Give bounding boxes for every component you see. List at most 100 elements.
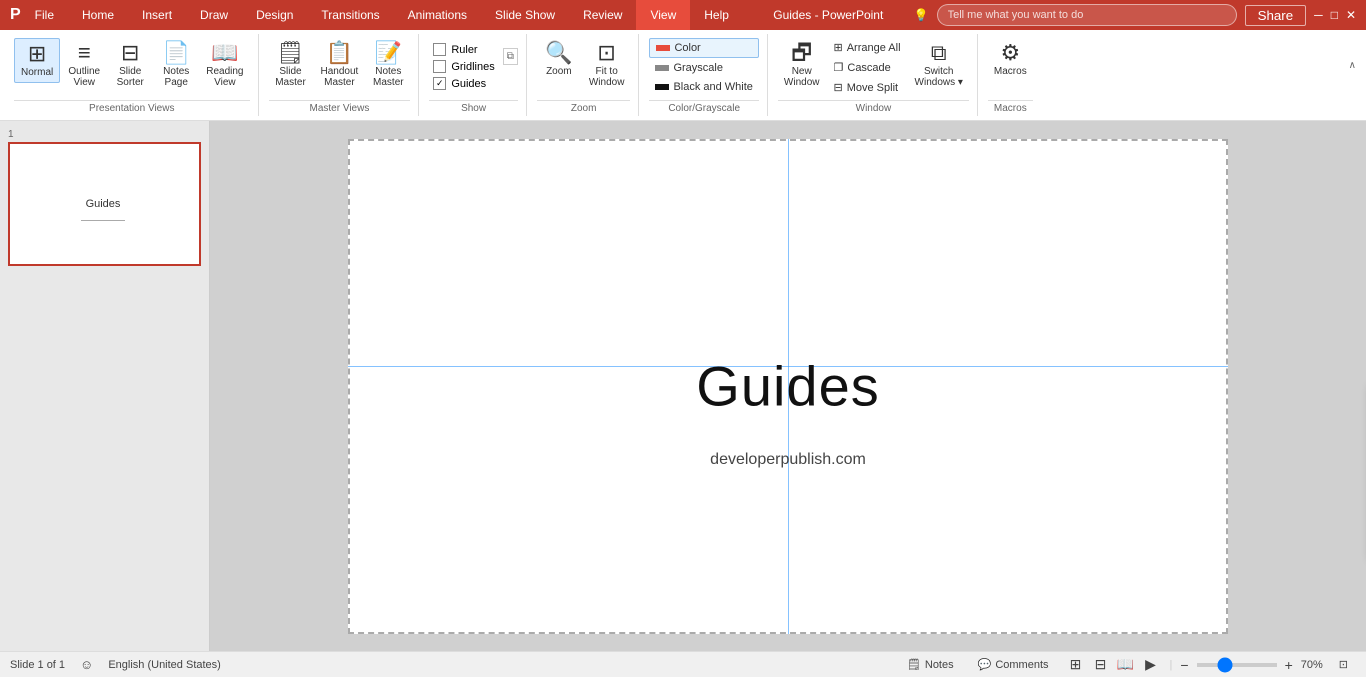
presentation-views-label: Presentation Views — [14, 100, 250, 116]
notes-status-button[interactable]: 🗒 Notes — [899, 656, 962, 673]
ruler-check-box — [433, 43, 446, 56]
switch-windows-label: SwitchWindows ▾ — [915, 66, 963, 88]
zoom-label: Zoom — [537, 100, 631, 116]
normal-icon: ⊞ — [28, 43, 46, 65]
outline-icon: ≡ — [78, 42, 91, 64]
arrange-all-button[interactable]: ⊞ Arrange All — [828, 38, 907, 57]
ribbon-collapse-button[interactable]: ∧ — [1349, 60, 1356, 71]
title-bar: P File Home Insert Draw Design Transitio… — [0, 0, 1366, 30]
slide-master-button[interactable]: 🗒 SlideMaster — [269, 38, 313, 92]
tab-transitions[interactable]: Transitions — [307, 0, 393, 30]
color-button[interactable]: Color — [649, 38, 758, 58]
slide-thumb-content: Guides — [76, 188, 131, 221]
window-label: Window — [778, 100, 969, 116]
tab-slideshow[interactable]: Slide Show — [481, 0, 569, 30]
reading-view-button[interactable]: 📖 ReadingView — [200, 38, 249, 92]
fit-to-window-button[interactable]: ⊡ Fit toWindow — [583, 38, 631, 92]
show-checkboxes: Ruler Gridlines ✓ Guides — [429, 38, 498, 95]
title-bar-left: P — [10, 6, 21, 24]
dashed-border-right — [1226, 139, 1228, 634]
tab-file[interactable]: File — [21, 0, 68, 30]
show-group: Ruler Gridlines ✓ Guides ⧉ Show — [421, 34, 527, 116]
slideshow-view-icon[interactable]: ▶ — [1140, 654, 1162, 676]
tab-review[interactable]: Review — [569, 0, 636, 30]
slide-canvas: Guides developerpublish.com ▦ Add Vertic… — [348, 139, 1228, 634]
grayscale-label: Grayscale — [673, 62, 723, 74]
slide-master-icon: 🗒 — [277, 42, 305, 64]
ruler-checkbox[interactable]: Ruler — [429, 42, 498, 57]
separator-line: | — [1170, 659, 1173, 671]
fit-zoom-button[interactable]: ⊡ — [1331, 656, 1356, 673]
arrange-all-icon: ⊞ — [834, 41, 843, 54]
notes-icon: 🗒 — [907, 658, 921, 671]
zoom-icon: 🔍 — [545, 42, 572, 64]
zoom-group: 🔍 Zoom ⊡ Fit toWindow Zoom — [529, 34, 640, 116]
comments-icon: 💬 — [978, 658, 992, 671]
cascade-button[interactable]: ❐ Cascade — [828, 58, 907, 77]
view-icons: ⊞ ⊟ 📖 ▶ — [1065, 654, 1162, 676]
tab-help[interactable]: Help — [690, 0, 743, 30]
gridlines-checkbox[interactable]: Gridlines — [429, 59, 498, 74]
zoom-in-icon[interactable]: + — [1285, 657, 1293, 673]
switch-windows-button[interactable]: ⧉ SwitchWindows ▾ — [909, 38, 969, 92]
guides-checkbox[interactable]: ✓ Guides — [429, 76, 498, 91]
tab-home[interactable]: Home — [68, 0, 128, 30]
slide-sorter-button[interactable]: ⊟ SlideSorter — [108, 38, 152, 92]
slide-thumb-inner: Guides — [10, 144, 196, 264]
tab-insert[interactable]: Insert — [128, 0, 186, 30]
tab-view[interactable]: View — [636, 0, 690, 30]
reading-view-status-icon[interactable]: 📖 — [1115, 654, 1137, 676]
tab-draw[interactable]: Draw — [186, 0, 242, 30]
normal-label: Normal — [21, 67, 53, 78]
new-window-button[interactable]: 🗗 NewWindow — [778, 38, 826, 92]
color-grayscale-items: Color Grayscale Black and White — [649, 34, 758, 100]
move-split-button[interactable]: ⊟ Move Split — [828, 78, 907, 97]
gridlines-check-box — [433, 60, 446, 73]
comments-status-button[interactable]: 💬 Comments — [970, 656, 1057, 673]
new-window-icon: 🗗 — [791, 42, 812, 64]
show-expand-button[interactable]: ⧉ — [503, 38, 518, 55]
cascade-icon: ❐ — [834, 61, 844, 74]
grayscale-button[interactable]: Grayscale — [649, 59, 758, 77]
macros-button[interactable]: ⚙ Macros — [988, 38, 1033, 81]
notes-master-button[interactable]: 📝 NotesMaster — [366, 38, 410, 92]
color-grayscale-label: Color/Grayscale — [649, 100, 758, 116]
zoom-out-icon[interactable]: − — [1180, 657, 1188, 673]
normal-view-icon[interactable]: ⊞ — [1065, 654, 1087, 676]
maximize-icon[interactable]: □ — [1331, 8, 1338, 22]
tab-design[interactable]: Design — [242, 0, 307, 30]
close-icon[interactable]: ✕ — [1346, 8, 1356, 22]
tell-me-input[interactable] — [937, 4, 1237, 26]
handout-master-button[interactable]: 📋 HandoutMaster — [315, 38, 365, 92]
app-logo: P — [10, 6, 21, 24]
outline-view-button[interactable]: ≡ OutlineView — [62, 38, 106, 92]
normal-button[interactable]: ⊞ Normal — [14, 38, 60, 83]
macros-icon: ⚙ — [1000, 42, 1020, 64]
slide-subtitle: developerpublish.com — [710, 451, 866, 469]
minimize-icon[interactable]: ─ — [1314, 8, 1323, 22]
notes-status-label: Notes — [925, 659, 954, 671]
move-split-icon: ⊟ — [834, 81, 843, 94]
black-white-button[interactable]: Black and White — [649, 78, 758, 96]
gridlines-label: Gridlines — [451, 61, 494, 73]
language-status: English (United States) — [108, 659, 221, 671]
notes-page-button[interactable]: 📄 NotesPage — [154, 38, 198, 92]
comments-status-label: Comments — [995, 659, 1048, 671]
show-label: Show — [429, 100, 518, 116]
slide-thumbnail[interactable]: Guides — [8, 142, 201, 266]
zoom-slider[interactable] — [1197, 663, 1277, 667]
color-swatch — [656, 45, 670, 51]
slide-sorter-view-icon[interactable]: ⊟ — [1090, 654, 1112, 676]
presentation-views-items: ⊞ Normal ≡ OutlineView ⊟ SlideSorter 📄 N… — [14, 34, 250, 100]
fit-zoom-icon: ⊡ — [1339, 658, 1348, 671]
fit-to-window-label: Fit toWindow — [589, 66, 625, 88]
share-button[interactable]: Share — [1245, 5, 1307, 26]
arrange-all-label: Arrange All — [847, 42, 901, 54]
zoom-button[interactable]: 🔍 Zoom — [537, 38, 581, 81]
notes-page-label: NotesPage — [163, 66, 189, 88]
master-views-label: Master Views — [269, 100, 411, 116]
fit-to-window-icon: ⊡ — [597, 42, 615, 64]
macros-items: ⚙ Macros — [988, 34, 1033, 100]
ribbon-content: ⊞ Normal ≡ OutlineView ⊟ SlideSorter 📄 N… — [0, 30, 1366, 120]
tab-animations[interactable]: Animations — [394, 0, 481, 30]
